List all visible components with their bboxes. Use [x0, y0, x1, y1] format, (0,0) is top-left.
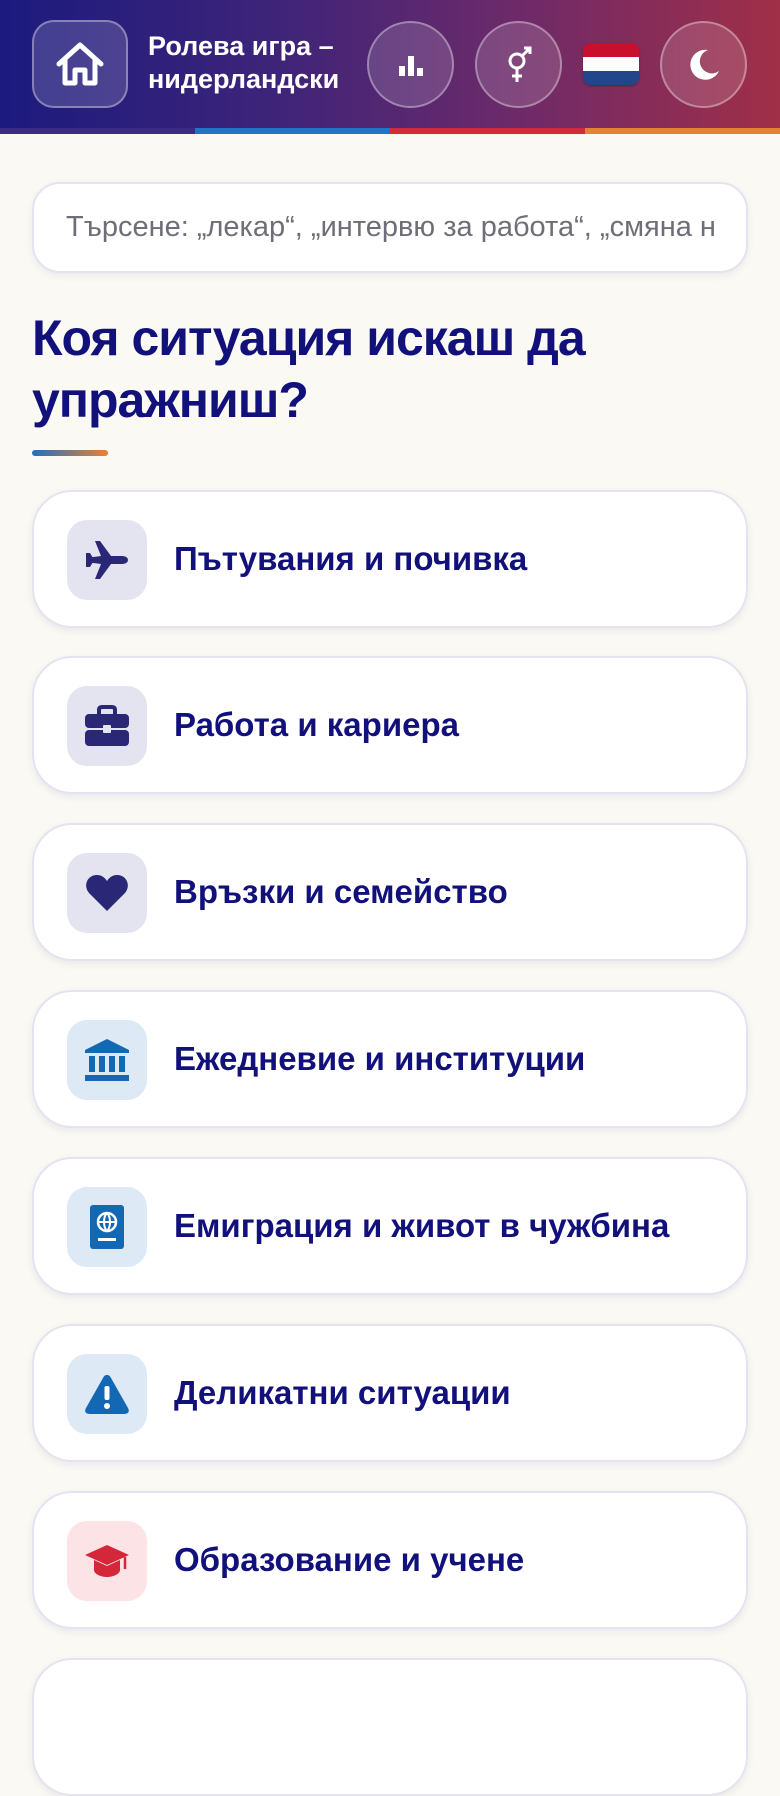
netherlands-flag-icon[interactable]: [583, 43, 639, 85]
stats-button[interactable]: [367, 21, 454, 108]
gender-button[interactable]: [475, 21, 562, 108]
airplane-icon: [67, 520, 147, 600]
category-education[interactable]: Образование и учене: [32, 1491, 748, 1629]
category-label: Образование и учене: [174, 1541, 525, 1578]
search-box[interactable]: [32, 182, 748, 273]
gender-icon: [508, 46, 531, 82]
stats-icon: [398, 55, 423, 76]
category-label: Връзки и семейство: [174, 873, 508, 910]
app-header: Ролева игра – нидерландски: [0, 0, 780, 128]
category-card-partial[interactable]: [32, 1658, 748, 1796]
category-label: Деликатни ситуации: [174, 1374, 511, 1411]
moon-icon: [689, 49, 719, 80]
home-icon: [56, 42, 104, 86]
category-emigration[interactable]: Емиграция и живот в чужбина: [32, 1157, 748, 1295]
warning-icon: [67, 1354, 147, 1434]
bank-building-icon: [67, 1020, 147, 1100]
app-title: Ролева игра – нидерландски: [148, 30, 348, 96]
category-relationships[interactable]: Връзки и семейство: [32, 823, 748, 961]
briefcase-icon: [67, 686, 147, 766]
header-stripe: [0, 128, 780, 134]
category-sensitive[interactable]: Деликатни ситуации: [32, 1324, 748, 1462]
category-daily-life[interactable]: Ежедневие и институции: [32, 990, 748, 1128]
search-input[interactable]: [66, 211, 714, 244]
dark-mode-toggle[interactable]: [660, 21, 747, 108]
heart-icon: [67, 853, 147, 933]
passport-icon: [67, 1187, 147, 1267]
graduation-cap-icon: [67, 1521, 147, 1601]
category-label: Пътувания и почивка: [174, 540, 528, 577]
app-title-line1: Ролева игра –: [148, 31, 334, 61]
category-label: Емиграция и живот в чужбина: [174, 1207, 670, 1244]
category-label: Работа и кариера: [174, 706, 459, 743]
home-button[interactable]: [32, 20, 128, 108]
app-title-line2: нидерландски: [148, 64, 340, 94]
category-work[interactable]: Работа и кариера: [32, 656, 748, 794]
page-title: Коя ситуация искаш да упражниш?: [32, 310, 586, 428]
category-label: Ежедневие и институции: [174, 1040, 586, 1077]
title-underline: [32, 450, 108, 456]
category-travel[interactable]: Пътувания и почивка: [32, 490, 748, 628]
